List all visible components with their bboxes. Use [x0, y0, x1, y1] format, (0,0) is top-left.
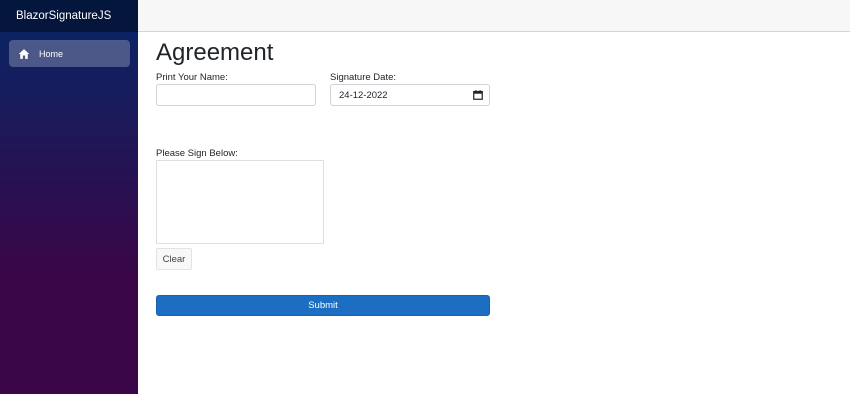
top-row — [138, 0, 850, 32]
date-value: 24-12-2022 — [339, 89, 388, 101]
signature-label: Please Sign Below: — [156, 148, 238, 159]
name-input[interactable] — [156, 84, 316, 106]
signature-date-input[interactable]: 24-12-2022 — [330, 84, 490, 106]
sidebar-item-home[interactable]: Home — [9, 40, 130, 67]
sidebar: BlazorSignatureJS Home — [0, 0, 138, 394]
calendar-icon[interactable] — [473, 90, 483, 100]
page-title: Agreement — [156, 39, 274, 66]
signature-pad[interactable] — [156, 160, 324, 244]
date-label: Signature Date: — [330, 72, 397, 83]
submit-button[interactable]: Submit — [156, 295, 490, 316]
sidebar-item-label: Home — [39, 48, 64, 59]
name-label: Print Your Name: — [156, 72, 228, 83]
sidebar-header: BlazorSignatureJS — [0, 0, 138, 32]
brand-link[interactable]: BlazorSignatureJS — [16, 10, 111, 22]
clear-button[interactable]: Clear — [156, 248, 192, 270]
home-icon — [18, 48, 30, 60]
